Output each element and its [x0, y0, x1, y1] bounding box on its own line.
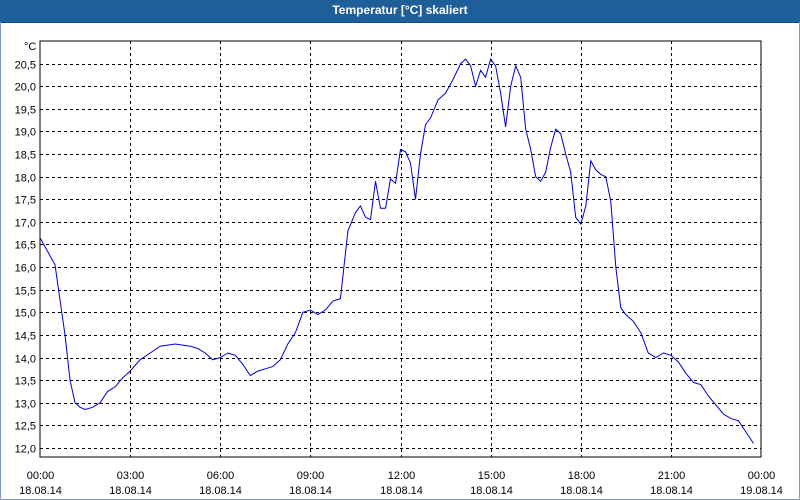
- x-tick-date: 18.08.14: [199, 485, 242, 497]
- temperature-chart: 20,5 20,0 19,5 19,0 18,5 18,0 17,5 17,0 16,5 16,0…: [15, 40, 783, 497]
- x-tick-date: 18.08.14: [470, 485, 513, 497]
- x-tick-time: 15:00: [478, 470, 506, 482]
- y-tick-label: 17,0: [15, 218, 36, 230]
- x-tick-date: 18.08.14: [109, 485, 152, 497]
- y-tick-label: 12,5: [15, 421, 36, 433]
- y-tick-label: 12,0: [15, 444, 36, 456]
- x-tick-date: 19.08.14: [740, 485, 783, 497]
- y-tick-label: 15,5: [15, 286, 36, 298]
- x-tick-time: 00:00: [748, 470, 776, 482]
- y-tick-label: 15,0: [15, 308, 36, 320]
- y-tick-label: 20,0: [15, 82, 36, 94]
- x-tick-date: 18.08.14: [19, 485, 62, 497]
- plot-area: [39, 40, 762, 458]
- x-tick-date: 18.08.14: [289, 485, 332, 497]
- y-tick-label: 13,0: [15, 399, 36, 411]
- x-tick-time: 00:00: [27, 470, 55, 482]
- x-tick-time: 18:00: [568, 470, 596, 482]
- y-tick-label: 14,5: [15, 331, 36, 343]
- y-tick-label: 16,5: [15, 240, 36, 252]
- x-tick-date: 18.08.14: [650, 485, 693, 497]
- x-tick-time: 21:00: [658, 470, 686, 482]
- y-unit-label: °C: [24, 41, 36, 53]
- x-tick-date: 18.08.14: [560, 485, 603, 497]
- x-axis: 00:00 18.08.14 03:00 18.08.14 06:00 18.08.14 0…: [19, 470, 783, 497]
- y-tick-label: 14,0: [15, 354, 36, 366]
- y-tick-label: 16,0: [15, 263, 36, 275]
- y-tick-label: 18,5: [15, 150, 36, 162]
- x-tick-time: 12:00: [388, 470, 416, 482]
- y-tick-label: 19,5: [15, 105, 36, 117]
- x-tick-time: 03:00: [117, 470, 145, 482]
- x-tick-date: 18.08.14: [380, 485, 423, 497]
- y-tick-label: 13,5: [15, 376, 36, 388]
- x-tick-time: 09:00: [297, 470, 325, 482]
- y-axis: 20,5 20,0 19,5 19,0 18,5 18,0 17,5 17,0 16,5 16,0…: [15, 60, 36, 456]
- y-tick-label: 20,5: [15, 60, 36, 72]
- y-tick-label: 17,5: [15, 195, 36, 207]
- y-tick-label: 18,0: [15, 173, 36, 185]
- x-tick-time: 06:00: [207, 470, 235, 482]
- y-tick-label: 19,0: [15, 127, 36, 139]
